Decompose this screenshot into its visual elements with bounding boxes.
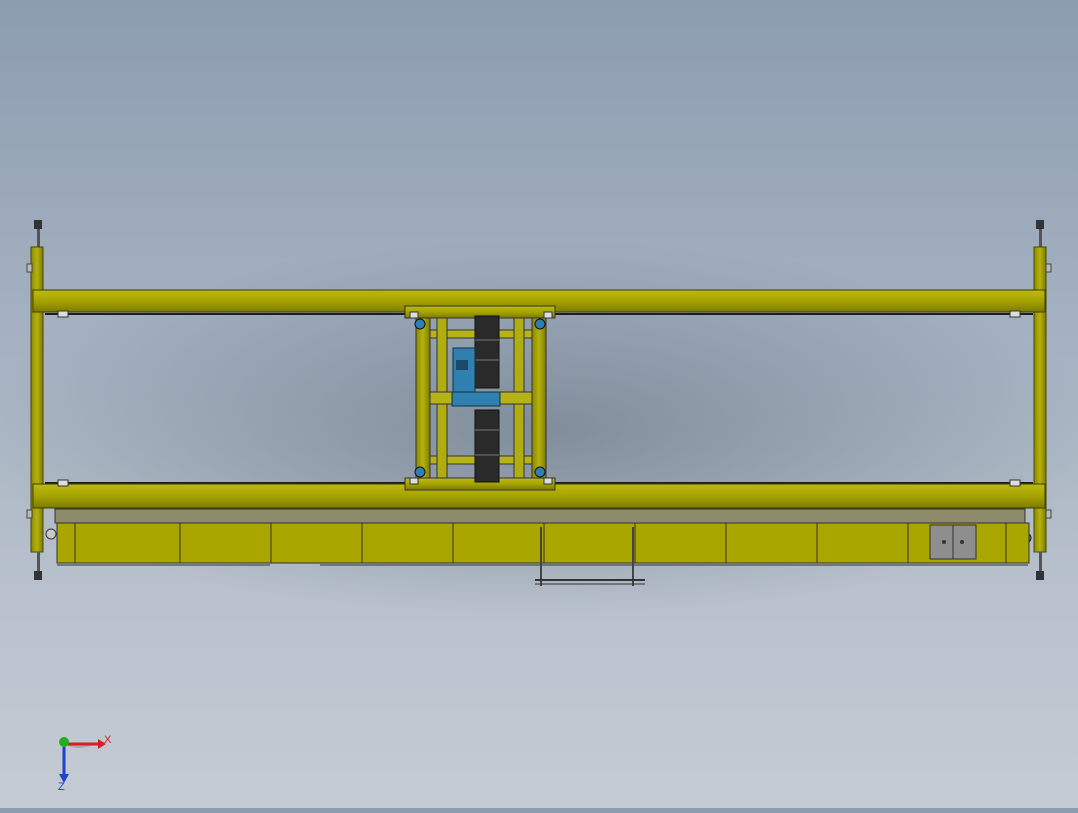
coordinate-triad: X Z bbox=[58, 734, 112, 793]
hoist-trolley[interactable] bbox=[404, 305, 556, 491]
z-axis-label: Z bbox=[58, 781, 65, 793]
electrical-cabinet[interactable] bbox=[929, 524, 977, 560]
cad-viewport[interactable]: X Z bbox=[0, 0, 1078, 808]
x-axis-label: X bbox=[104, 734, 112, 746]
crane-drawing: X Z bbox=[0, 220, 1078, 793]
y-axis-dot bbox=[59, 737, 69, 747]
